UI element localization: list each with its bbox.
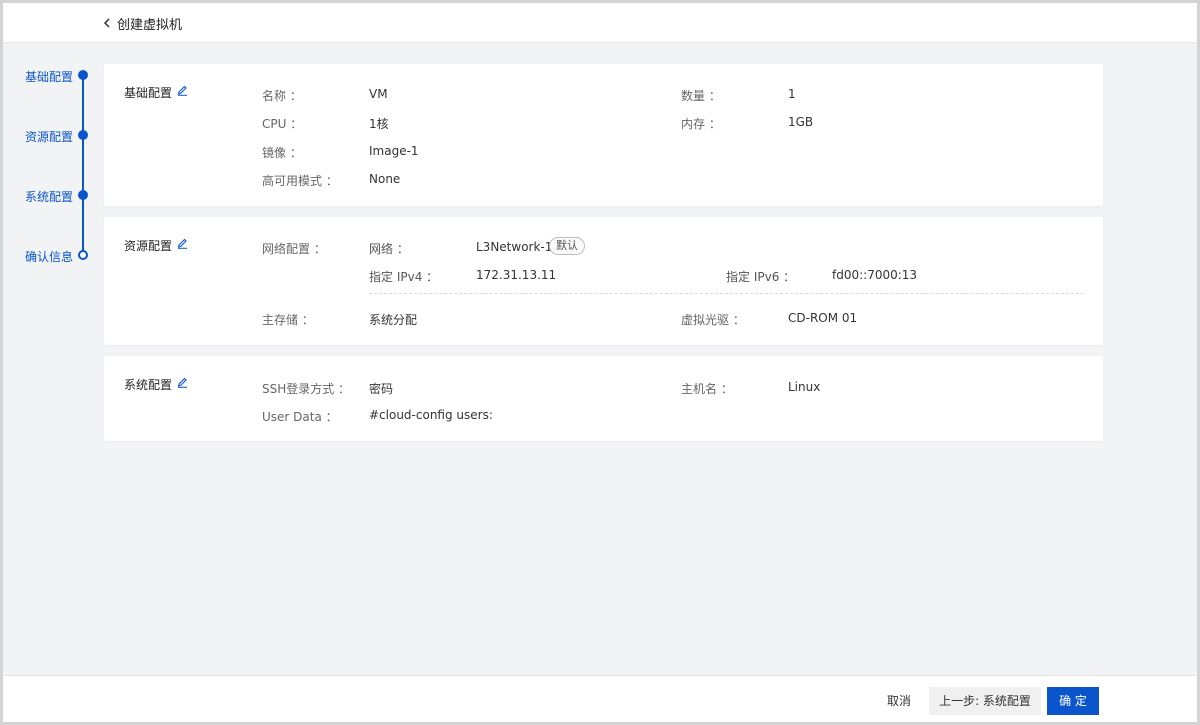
network-value: L3Network-1 (476, 240, 553, 254)
step-dot-filled-icon (78, 130, 88, 140)
step-label: 资源配置 (25, 130, 74, 144)
cdrom-value: CD-ROM 01 (788, 311, 858, 325)
default-badge: 默认 (549, 237, 585, 255)
card-basic-config: 基础配置 名称 ： VM 数量 ： 1 CPU ： 1核 内存 ： 1GB 镜像… (104, 64, 1103, 206)
cdrom-label: 虚拟光驱 ： (681, 313, 745, 327)
card-resource-config: 资源配置 网络配置 ： 网络 ： L3Network-1 默认 指定 IPv4 … (104, 217, 1103, 345)
cancel-button[interactable]: 取消 (873, 687, 925, 715)
edit-pencil-icon[interactable] (177, 237, 188, 249)
image-value: Image-1 (369, 144, 419, 158)
step-basic[interactable]: 基础配置 (25, 68, 95, 84)
ipv6-value: fd00::7000:13 (832, 268, 918, 282)
hostname-value: Linux (788, 380, 821, 394)
ssh-login-label: SSH登录方式 ： (262, 382, 351, 396)
step-navigator: 基础配置 资源配置 系统配置 确认信息 (3, 3, 103, 303)
name-label: 名称 ： (262, 89, 302, 103)
image-label: 镜像 ： (262, 146, 302, 160)
step-system[interactable]: 系统配置 (25, 188, 95, 204)
card-title: 资源配置 (124, 239, 173, 253)
app-window: 创建虚拟机 基础配置 资源配置 系统配置 确认信息 基础配置 名称 ： VM 数… (0, 0, 1200, 725)
memory-label: 内存 ： (681, 117, 721, 131)
step-confirm[interactable]: 确认信息 (25, 248, 95, 264)
step-dot-filled-icon (78, 70, 88, 80)
previous-step-button[interactable]: 上一步: 系统配置 (929, 687, 1041, 715)
ssh-login-value: 密码 (369, 382, 394, 396)
cpu-label: CPU ： (262, 117, 303, 131)
step-resource[interactable]: 资源配置 (25, 128, 95, 144)
network-label: 网络 ： (369, 242, 409, 256)
user-data-value: #cloud-config users: (369, 408, 493, 422)
name-value: VM (369, 87, 388, 101)
page-title: 创建虚拟机 (117, 18, 183, 33)
memory-value: 1GB (788, 115, 814, 129)
step-connector-line (82, 73, 84, 253)
step-dot-filled-icon (78, 190, 88, 200)
hostname-label: 主机名 ： (681, 382, 733, 396)
card-system-config: 系统配置 SSH登录方式 ： 密码 主机名 ： Linux User Data … (104, 356, 1103, 441)
step-label: 基础配置 (25, 70, 74, 84)
ipv4-value: 172.31.13.11 (476, 268, 557, 282)
step-label: 确认信息 (25, 250, 74, 264)
card-title: 基础配置 (124, 86, 173, 100)
edit-pencil-icon[interactable] (177, 84, 188, 96)
primary-storage-label: 主存储 ： (262, 313, 314, 327)
count-value: 1 (788, 87, 796, 101)
chevron-left-icon[interactable] (102, 16, 112, 30)
step-dot-hollow-icon (78, 250, 88, 260)
count-label: 数量 ： (681, 89, 721, 103)
ipv4-label: 指定 IPv4 ： (369, 270, 439, 284)
confirm-button[interactable]: 确 定 (1047, 687, 1099, 715)
network-config-label: 网络配置 ： (262, 242, 326, 256)
step-label: 系统配置 (25, 190, 74, 204)
card-title: 系统配置 (124, 378, 173, 392)
cpu-value: 1核 (369, 117, 389, 131)
edit-pencil-icon[interactable] (177, 376, 188, 388)
page-header: 创建虚拟机 (3, 3, 1197, 43)
ha-mode-label: 高可用模式 ： (262, 174, 338, 188)
user-data-label: User Data ： (262, 410, 338, 424)
ha-mode-value: None (369, 172, 401, 186)
footer-bar: 取消 上一步: 系统配置 确 定 (3, 675, 1197, 722)
ipv6-label: 指定 IPv6 ： (726, 270, 796, 284)
primary-storage-value: 系统分配 (369, 313, 418, 327)
dashed-divider (369, 293, 1084, 294)
